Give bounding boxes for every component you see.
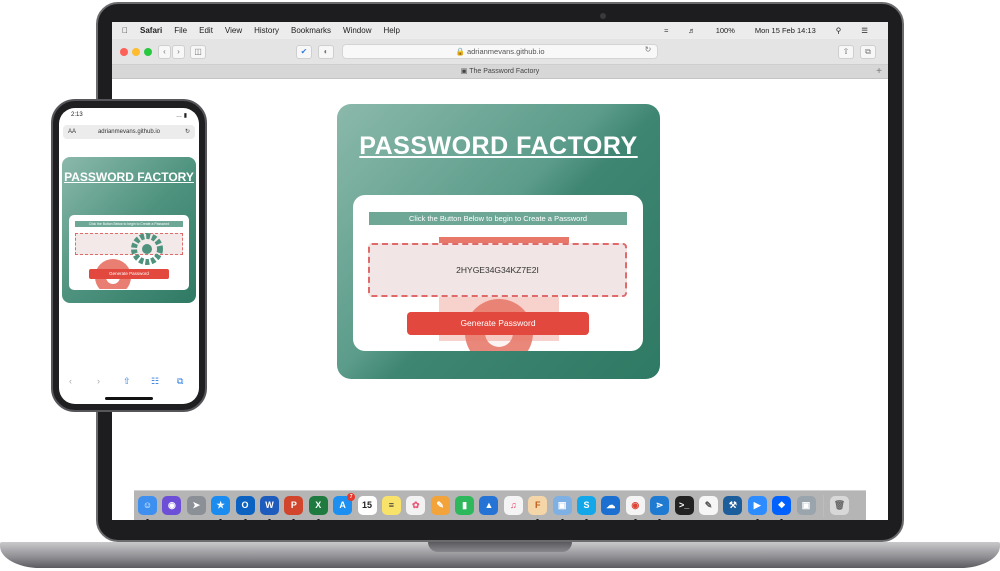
menu-edit[interactable]: Edit [199,26,213,35]
laptop-screen:  Safari File Edit View History Bookmark… [112,22,888,520]
menubar-clock[interactable]: Mon 15 Feb 14:13 [755,26,816,35]
privacy-shield-icon[interactable]: ✔ [296,45,312,59]
back-button[interactable]: ‹ [158,45,171,59]
address-bar[interactable]: 🔒 adrianmevans.github.io [342,44,658,59]
menu-history[interactable]: History [254,26,279,35]
terminal-icon[interactable]: >_ [674,496,694,515]
device-mockup:  Safari File Edit View History Bookmark… [0,0,1000,571]
excel-icon[interactable]: X [308,496,328,520]
preview-icon[interactable]: ▣ [552,496,572,520]
reader-icon[interactable]: ◐ [318,45,334,59]
vscode-icon[interactable]: ⋗ [650,496,670,520]
iphone-tabs-icon[interactable]: ⧉ [177,376,183,387]
iphone-back-icon[interactable]: ‹ [69,376,72,386]
generator-panel: Click the Button Below to begin to Creat… [353,195,643,351]
apple-menu-icon[interactable]:  [122,26,128,35]
image-capture-icon[interactable]: ▣ [796,496,816,515]
address-url: adrianmevans.github.io [466,47,545,56]
tab-active[interactable]: ▣ The Password Factory [461,68,539,75]
powerpoint-icon[interactable]: P [284,496,304,520]
tab-bar: ▣ The Password Factory + [112,65,888,79]
keynote-icon[interactable]: ▲ [479,496,499,515]
iphone-password-factory-card: PASSWORD FACTORY Click the Button Below … [62,157,196,303]
new-tab-button[interactable]: + [874,66,884,77]
iphone-page-title: PASSWORD FACTORY [64,170,194,184]
zoom-icon[interactable]: ▶ [747,496,767,520]
generate-password-button[interactable]: Generate Password [407,312,589,335]
iphone-reload-icon[interactable]: ↻ [185,125,190,139]
wifi-icon[interactable]: ≈ [664,26,668,35]
dock-separator [822,494,824,517]
skype-icon[interactable]: S [577,496,597,520]
instruction-banner: Click the Button Below to begin to Creat… [369,212,627,225]
menu-file[interactable]: File [174,26,187,35]
minimize-window-icon[interactable] [132,48,140,56]
iphone-forward-icon[interactable]: › [97,376,100,386]
mac-dock: ☺ ◉ ➤ ✯ O W P X A7 15 ≡ ✿ ✎ ▮ ▲ ♫ F ▣ S … [134,490,866,520]
onedrive-icon[interactable]: ☁ [601,496,621,515]
iphone-gear-icon [95,233,163,289]
trash-icon[interactable]: 🗑 [829,496,849,515]
iphone-home-indicator [105,397,153,400]
tab-title: The Password Factory [469,68,540,75]
iphone-generate-password-button[interactable]: Generate Password [89,269,169,279]
calendar-icon[interactable]: 15 [357,496,377,515]
battery-percent[interactable]: 100% [716,26,735,35]
word-icon[interactable]: W [259,496,279,520]
notes-icon[interactable]: ≡ [381,496,401,515]
volume-icon[interactable]: ♬ [688,26,696,35]
iphone-share-icon[interactable]: ⇧ [123,376,131,387]
outlook-icon[interactable]: O [235,496,255,520]
laptop-base-notch [428,542,572,552]
iphone-generator-panel: Click the Button Below to begin to Creat… [69,215,189,290]
iphone-screen: 2:13 … ▮ AA adrianmevans.github.io ↻ PAS… [59,108,199,404]
lock-icon: 🔒 [455,47,465,56]
launchpad-icon[interactable]: ➤ [186,496,206,515]
page-title: PASSWORD FACTORY [359,132,638,160]
app-store-badge: 7 [347,493,356,501]
iphone-safari-toolbar: ‹ › ⇧ ☷ ⧉ [59,373,199,393]
app-menu[interactable]: Safari [140,26,162,35]
photos-icon[interactable]: ✿ [406,496,426,515]
music-icon[interactable]: ♫ [503,496,523,515]
menu-help[interactable]: Help [383,26,399,35]
numbers-icon[interactable]: ▮ [455,496,475,515]
notification-center-icon[interactable]: ☰ [861,26,868,35]
finder-icon[interactable]: ☺ [138,496,157,520]
chrome-icon[interactable]: ◉ [625,496,645,520]
menu-window[interactable]: Window [343,26,371,35]
iphone-status-bar: 2:13 … ▮ [59,108,199,122]
xcode-icon[interactable]: ⚒ [723,496,743,515]
siri-icon[interactable]: ◉ [162,496,182,515]
menubar-status-area: ≈ ♬ 100% Mon 15 Feb 14:13 ⚲ ☰ [656,22,880,39]
font-app-icon[interactable]: F [528,496,548,520]
camera-icon [600,13,606,19]
share-button[interactable]: ⇧ [838,45,854,59]
close-window-icon[interactable] [120,48,128,56]
spotlight-icon[interactable]: ⚲ [836,26,842,35]
forward-button[interactable]: › [172,45,185,59]
safari-toolbar: ‹ › ◫ ✔ ◐ 🔒 adrianmevans.github.io ↻ ⇧ ⧉ [112,39,888,65]
tabs-overview-button[interactable]: ⧉ [860,45,876,59]
textedit-icon[interactable]: ✎ [698,496,718,515]
reload-icon[interactable]: ↻ [642,44,654,58]
iphone-time: 2:13 [71,112,83,118]
iphone-signal-battery-icon: … ▮ [176,113,187,119]
tab-favicon-icon: ▣ [460,68,470,75]
password-output[interactable]: 2HYGE34G34KZ7E2I [368,243,627,297]
pages-icon[interactable]: ✎ [430,496,450,515]
mac-menubar:  Safari File Edit View History Bookmark… [112,22,888,39]
zoom-window-icon[interactable] [144,48,152,56]
sidebar-button[interactable]: ◫ [190,45,206,59]
iphone-bookmarks-icon[interactable]: ☷ [151,376,159,387]
iphone-url-bar[interactable]: AA adrianmevans.github.io ↻ [63,125,195,139]
safari-icon[interactable]: ✯ [211,496,231,520]
menu-bookmarks[interactable]: Bookmarks [291,26,331,35]
dropbox-icon[interactable]: ❖ [772,496,792,520]
iphone-url: adrianmevans.github.io [97,129,161,135]
menu-view[interactable]: View [225,26,242,35]
password-factory-card: PASSWORD FACTORY Click the Button Below … [337,104,660,379]
app-store-icon[interactable]: A7 [333,493,356,515]
